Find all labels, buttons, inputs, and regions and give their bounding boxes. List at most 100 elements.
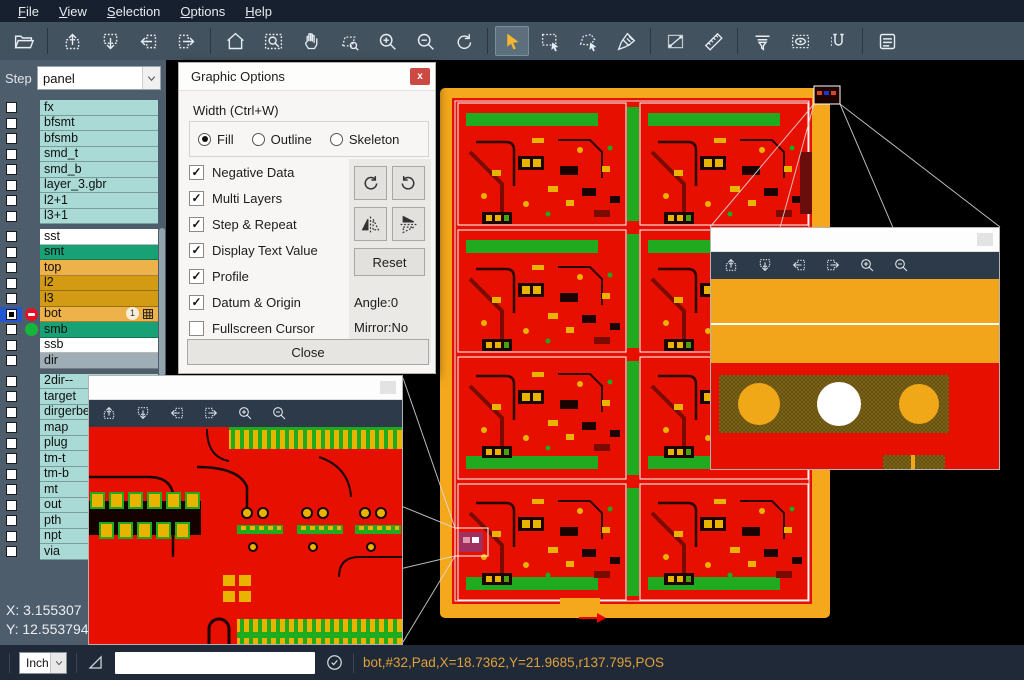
radio-skeleton[interactable]: Skeleton — [330, 132, 400, 147]
layer-name[interactable]: smd_b — [40, 162, 158, 178]
mirror-horizontal-button[interactable] — [354, 207, 387, 241]
layer-row-smb[interactable]: smb — [0, 322, 166, 338]
layer-row-bot[interactable]: bot1 — [0, 307, 166, 323]
layer-checkbox[interactable] — [0, 276, 22, 292]
checkbox-fullscreen-cursor[interactable]: Fullscreen Cursor — [189, 315, 349, 341]
magnifier-view[interactable] — [89, 427, 402, 644]
pan-up-button[interactable] — [723, 257, 740, 274]
radio-outline[interactable]: Outline — [252, 132, 312, 147]
layer-name[interactable]: fx — [40, 100, 158, 116]
layer-row-bfsmt[interactable]: bfsmt — [0, 116, 166, 132]
view-options-button[interactable] — [783, 26, 817, 56]
magnifier-menu-button[interactable] — [977, 233, 993, 246]
pan-view-left-button[interactable] — [131, 26, 165, 56]
step-dropdown[interactable]: panel — [37, 66, 161, 90]
layer-name[interactable]: smb — [40, 322, 158, 338]
close-icon[interactable]: x — [410, 68, 430, 85]
layer-row-ssb[interactable]: ssb — [0, 338, 166, 354]
layer-row-l3+1[interactable]: l3+1 — [0, 209, 166, 225]
layer-status-indicator[interactable] — [22, 322, 40, 338]
clear-highlight-button[interactable] — [609, 26, 643, 56]
layer-checkbox[interactable] — [0, 162, 22, 178]
layer-checkbox[interactable] — [0, 116, 22, 132]
filter-button[interactable] — [745, 26, 779, 56]
select-tool-button[interactable] — [495, 26, 529, 56]
pan-view-up-button[interactable] — [55, 26, 89, 56]
layer-checkbox[interactable] — [0, 209, 22, 225]
zoom-previous-button[interactable] — [446, 26, 480, 56]
checkbox-multi-layers[interactable]: ✓Multi Layers — [189, 185, 349, 211]
layer-row-l2+1[interactable]: l2+1 — [0, 193, 166, 209]
layer-checkbox[interactable] — [0, 193, 22, 209]
zoom-in-button[interactable] — [370, 26, 404, 56]
measure-points-button[interactable] — [658, 26, 692, 56]
layer-row-fx[interactable]: fx — [0, 100, 166, 116]
checkbox-step-repeat[interactable]: ✓Step & Repeat — [189, 211, 349, 237]
layer-name[interactable]: sst — [40, 229, 158, 245]
zoom-polygon-button[interactable] — [332, 26, 366, 56]
layer-checkbox[interactable] — [0, 467, 22, 483]
layer-name[interactable]: dir — [40, 353, 158, 369]
checkbox-display-text-value[interactable]: ✓Display Text Value — [189, 237, 349, 263]
layer-name[interactable]: smd_t — [40, 147, 158, 163]
menu-selection[interactable]: Selection — [97, 2, 170, 21]
layer-checkbox[interactable] — [0, 420, 22, 436]
zoom-home-button[interactable] — [218, 26, 252, 56]
measure-ruler-button[interactable] — [696, 26, 730, 56]
layer-name[interactable]: ssb — [40, 338, 158, 354]
pan-down-button[interactable] — [135, 405, 152, 422]
layer-checkbox[interactable] — [0, 338, 22, 354]
layer-name[interactable]: bot1 — [40, 307, 158, 323]
chevron-down-icon[interactable] — [142, 67, 160, 89]
zoom-window-button[interactable] — [256, 26, 290, 56]
active-layer-indicator[interactable] — [22, 307, 40, 323]
pan-hand-button[interactable] — [294, 26, 328, 56]
rotate-ccw-button[interactable] — [392, 166, 425, 200]
reset-button[interactable]: Reset — [354, 248, 425, 276]
checkbox-negative-data[interactable]: ✓Negative Data — [189, 159, 349, 185]
pan-view-right-button[interactable] — [169, 26, 203, 56]
layer-checkbox[interactable] — [0, 451, 22, 467]
layer-name[interactable]: l2 — [40, 276, 158, 292]
layer-name[interactable]: bfsmb — [40, 131, 158, 147]
layer-checkbox[interactable] — [0, 353, 22, 369]
zoom-in-button[interactable] — [237, 405, 254, 422]
layer-panel-button[interactable] — [870, 26, 904, 56]
menu-options[interactable]: Options — [170, 2, 235, 21]
zoom-out-button[interactable] — [893, 257, 910, 274]
layer-row-layer_3.gbr[interactable]: layer_3.gbr — [0, 178, 166, 194]
pan-right-button[interactable] — [203, 405, 220, 422]
zoom-in-button[interactable] — [859, 257, 876, 274]
magnifier-titlebar[interactable] — [89, 376, 402, 400]
confirm-check-icon[interactable] — [325, 653, 344, 672]
layer-row-top[interactable]: top — [0, 260, 166, 276]
layer-checkbox[interactable] — [0, 544, 22, 560]
magnifier-titlebar[interactable] — [711, 228, 999, 252]
layer-checkbox[interactable] — [0, 374, 22, 390]
layer-name[interactable]: l3 — [40, 291, 158, 307]
magnifier-window-pad[interactable] — [710, 227, 1000, 470]
dialog-titlebar[interactable]: Graphic Options — [179, 63, 435, 91]
layer-checkbox[interactable] — [0, 229, 22, 245]
chevron-down-icon[interactable] — [50, 653, 66, 673]
layer-checkbox[interactable] — [0, 100, 22, 116]
layer-checkbox[interactable] — [0, 436, 22, 452]
rotate-cw-button[interactable] — [354, 166, 387, 200]
layer-row-sst[interactable]: sst — [0, 229, 166, 245]
open-file-button[interactable] — [6, 26, 40, 56]
layer-checkbox[interactable] — [0, 291, 22, 307]
zoom-out-button[interactable] — [408, 26, 442, 56]
grid-icon[interactable] — [142, 308, 154, 320]
checkbox-profile[interactable]: ✓Profile — [189, 263, 349, 289]
menu-help[interactable]: Help — [235, 2, 282, 21]
checkbox-datum-origin[interactable]: ✓Datum & Origin — [189, 289, 349, 315]
layer-checkbox[interactable] — [0, 498, 22, 514]
select-polygon-button[interactable] — [571, 26, 605, 56]
pan-up-button[interactable] — [101, 405, 118, 422]
layer-name[interactable]: l3+1 — [40, 209, 158, 225]
layer-row-smd_b[interactable]: smd_b — [0, 162, 166, 178]
layer-checkbox[interactable] — [0, 178, 22, 194]
layer-checkbox[interactable] — [0, 482, 22, 498]
select-rectangle-button[interactable] — [533, 26, 567, 56]
magnifier-view[interactable] — [711, 279, 999, 469]
